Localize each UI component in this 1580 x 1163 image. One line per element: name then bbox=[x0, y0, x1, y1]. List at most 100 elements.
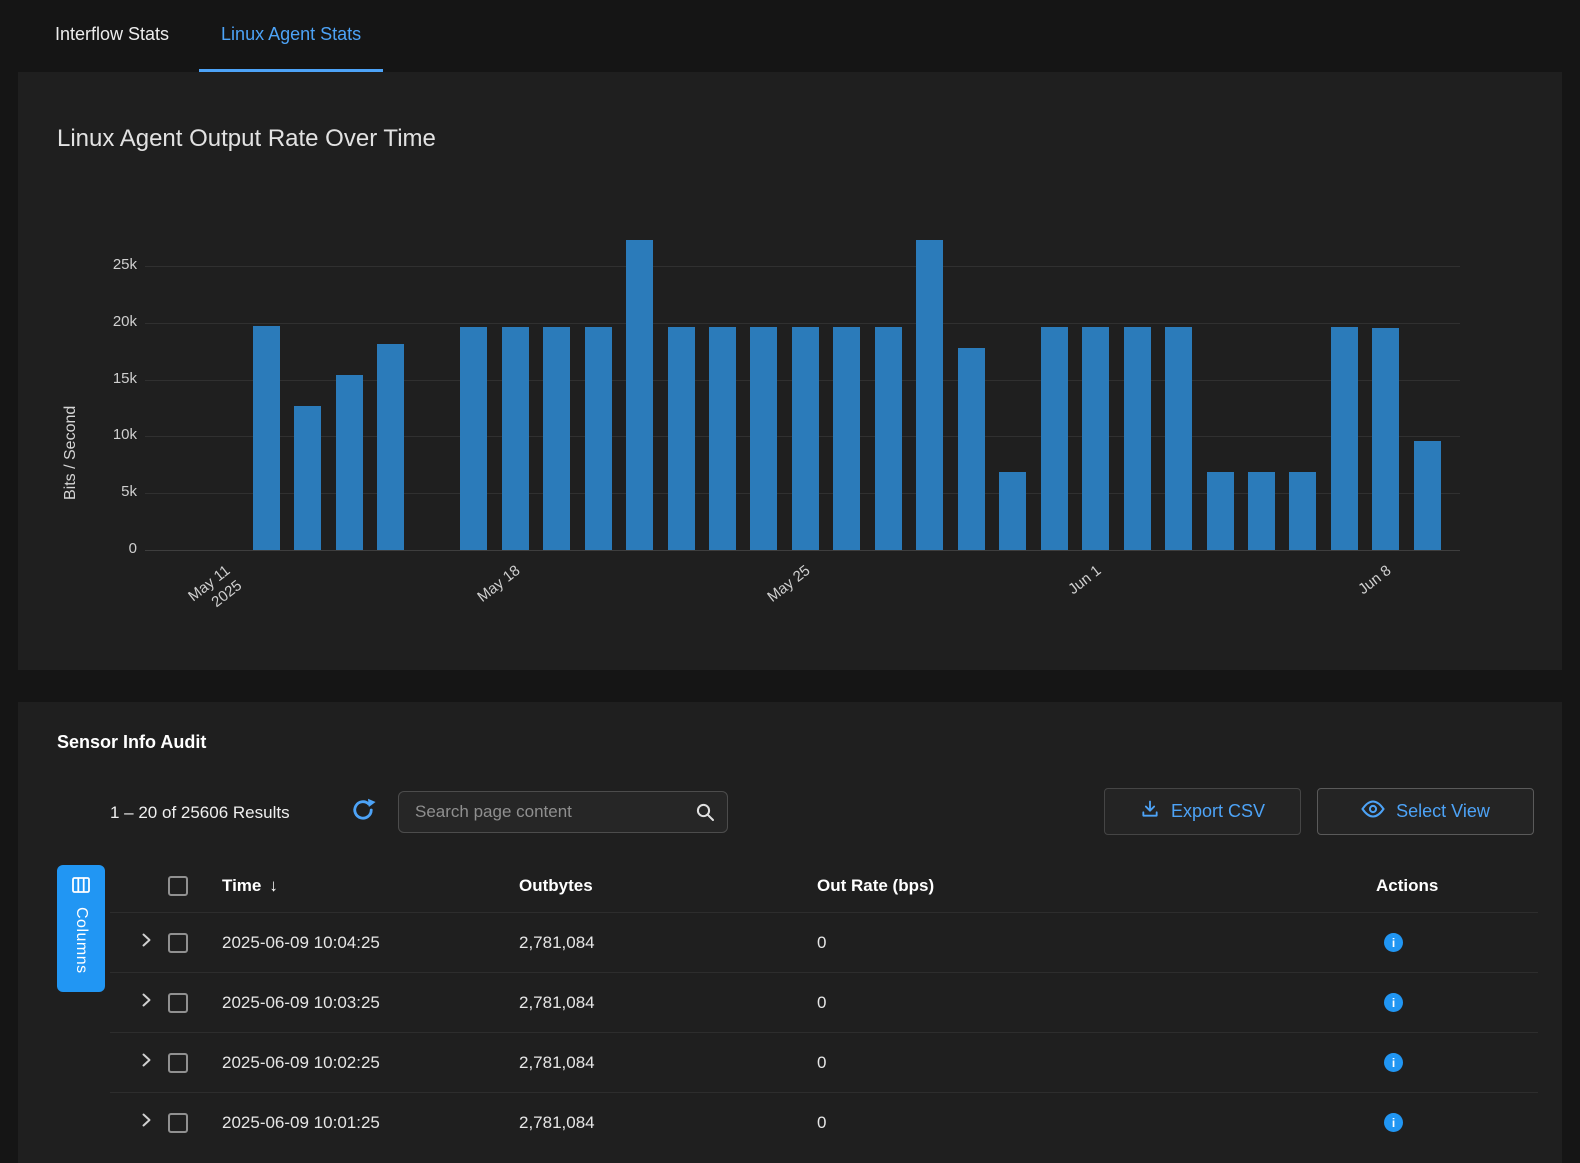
x-axis-tick-label: Jun 1 bbox=[968, 562, 1106, 675]
gridline bbox=[145, 550, 1460, 551]
chart-panel: Linux Agent Output Rate Over Time Bits /… bbox=[18, 72, 1562, 670]
chart-bar bbox=[336, 375, 363, 550]
cell-outbytes: 2,781,084 bbox=[519, 1053, 817, 1073]
select-all-checkbox[interactable] bbox=[168, 876, 188, 896]
y-axis-tick-label: 5k bbox=[57, 483, 137, 503]
refresh-button[interactable] bbox=[348, 797, 378, 827]
info-icon[interactable]: i bbox=[1384, 993, 1403, 1012]
cell-time: 2025-06-09 10:04:25 bbox=[222, 933, 519, 953]
table-row: 2025-06-09 10:03:252,781,0840i bbox=[110, 972, 1538, 1032]
export-csv-label: Export CSV bbox=[1171, 801, 1265, 822]
tab-bar: Interflow Stats Linux Agent Stats bbox=[0, 0, 1580, 72]
row-expander[interactable] bbox=[141, 1112, 152, 1133]
header-checkbox-cell bbox=[168, 876, 222, 896]
columns-button[interactable]: Columns bbox=[57, 865, 105, 992]
x-axis-tick-label: May 18 bbox=[387, 562, 525, 675]
chart-bar bbox=[1414, 441, 1441, 550]
download-icon bbox=[1140, 799, 1160, 824]
columns-button-label: Columns bbox=[72, 907, 90, 974]
y-axis-tick-label: 10k bbox=[57, 426, 137, 446]
chart-bar bbox=[833, 327, 860, 550]
chart-bar bbox=[1082, 327, 1109, 550]
chart-bar bbox=[999, 472, 1026, 550]
table-row: 2025-06-09 10:04:252,781,0840i bbox=[110, 912, 1538, 972]
chart-bar bbox=[668, 327, 695, 550]
table-body: 2025-06-09 10:04:252,781,0840i2025-06-09… bbox=[110, 912, 1538, 1152]
chart-bar bbox=[750, 327, 777, 550]
row-checkbox[interactable] bbox=[168, 933, 188, 953]
chart-bar bbox=[460, 327, 487, 550]
chevron-right-icon bbox=[141, 1112, 152, 1133]
select-view-label: Select View bbox=[1396, 801, 1490, 822]
cell-outrate: 0 bbox=[817, 1053, 1373, 1073]
gridline bbox=[145, 323, 1460, 324]
chart-bar bbox=[1372, 328, 1399, 550]
export-csv-button[interactable]: Export CSV bbox=[1104, 788, 1301, 835]
row-checkbox[interactable] bbox=[168, 1113, 188, 1133]
row-expander[interactable] bbox=[141, 992, 152, 1013]
info-icon[interactable]: i bbox=[1384, 933, 1403, 952]
gridline bbox=[145, 266, 1460, 267]
sort-desc-icon: ↓ bbox=[269, 876, 278, 896]
x-axis-tick-label: Jun 8 bbox=[1258, 562, 1396, 675]
chart-bar bbox=[502, 327, 529, 550]
tab-label: Linux Agent Stats bbox=[221, 24, 361, 45]
section-title: Sensor Info Audit bbox=[57, 732, 206, 753]
tab-linux-agent-stats[interactable]: Linux Agent Stats bbox=[199, 0, 383, 72]
table-panel: Sensor Info Audit 1 – 20 of 25606 Result… bbox=[18, 702, 1562, 1163]
chart-bar bbox=[1124, 327, 1151, 550]
column-header-outrate[interactable]: Out Rate (bps) bbox=[817, 876, 1373, 896]
bar-chart: 05k10k15k20k25kMay 11 2025May 18May 25Ju… bbox=[18, 72, 1562, 670]
chart-bar bbox=[543, 327, 570, 550]
y-axis-tick-label: 20k bbox=[57, 313, 137, 333]
chevron-right-icon bbox=[141, 1052, 152, 1073]
y-axis-tick-label: 0 bbox=[57, 540, 137, 560]
cell-time: 2025-06-09 10:03:25 bbox=[222, 993, 519, 1013]
tab-interflow-stats[interactable]: Interflow Stats bbox=[33, 0, 191, 72]
cell-time: 2025-06-09 10:01:25 bbox=[222, 1113, 519, 1133]
info-icon[interactable]: i bbox=[1384, 1113, 1403, 1132]
row-expander[interactable] bbox=[141, 932, 152, 953]
chart-bar bbox=[1289, 472, 1316, 550]
sensor-table: Time ↓ Outbytes Out Rate (bps) Actions 2… bbox=[110, 860, 1538, 1152]
search-input[interactable] bbox=[415, 802, 695, 822]
row-checkbox[interactable] bbox=[168, 1053, 188, 1073]
chart-bar bbox=[1207, 472, 1234, 550]
cell-outbytes: 2,781,084 bbox=[519, 993, 817, 1013]
chevron-right-icon bbox=[141, 992, 152, 1013]
refresh-icon bbox=[350, 797, 376, 828]
eye-icon bbox=[1361, 800, 1385, 823]
select-view-button[interactable]: Select View bbox=[1317, 788, 1534, 835]
search-icon[interactable] bbox=[695, 802, 715, 822]
chart-bar bbox=[958, 348, 985, 550]
column-header-actions: Actions bbox=[1373, 876, 1538, 896]
chart-bar bbox=[626, 240, 653, 550]
chart-bar bbox=[792, 327, 819, 550]
table-row: 2025-06-09 10:02:252,781,0840i bbox=[110, 1032, 1538, 1092]
row-expander[interactable] bbox=[141, 1052, 152, 1073]
cell-outbytes: 2,781,084 bbox=[519, 1113, 817, 1133]
cell-outrate: 0 bbox=[817, 933, 1373, 953]
column-header-time[interactable]: Time ↓ bbox=[222, 876, 519, 896]
results-count: 1 – 20 of 25606 Results bbox=[110, 803, 290, 823]
info-icon[interactable]: i bbox=[1384, 1053, 1403, 1072]
time-header-label: Time bbox=[222, 876, 261, 896]
chart-bar bbox=[875, 327, 902, 550]
chart-bar bbox=[377, 344, 404, 550]
cell-outrate: 0 bbox=[817, 1113, 1373, 1133]
table-row: 2025-06-09 10:01:252,781,0840i bbox=[110, 1092, 1538, 1152]
chart-bar bbox=[253, 326, 280, 550]
column-header-outbytes[interactable]: Outbytes bbox=[519, 876, 817, 896]
cell-time: 2025-06-09 10:02:25 bbox=[222, 1053, 519, 1073]
cell-outrate: 0 bbox=[817, 993, 1373, 1013]
y-axis-tick-label: 25k bbox=[57, 256, 137, 276]
x-axis-tick-label: May 11 2025 bbox=[97, 562, 246, 690]
chart-bar bbox=[1041, 327, 1068, 550]
chart-bar bbox=[1248, 472, 1275, 550]
row-checkbox[interactable] bbox=[168, 993, 188, 1013]
chart-bar bbox=[916, 240, 943, 550]
chart-bar bbox=[585, 327, 612, 550]
x-axis-tick-label: May 25 bbox=[677, 562, 815, 675]
chart-bar bbox=[1165, 327, 1192, 550]
chart-bar bbox=[709, 327, 736, 550]
